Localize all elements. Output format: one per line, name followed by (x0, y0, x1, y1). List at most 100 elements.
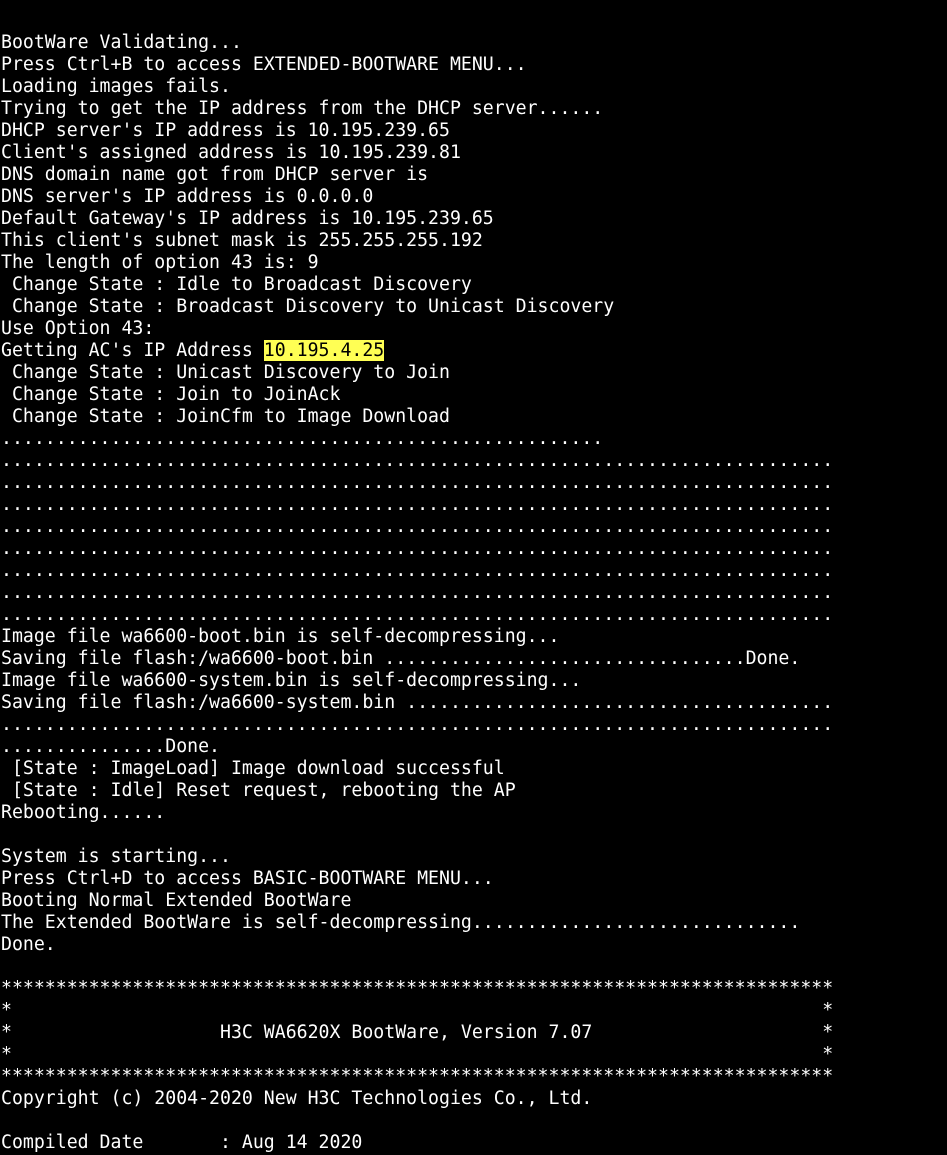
terminal-line-text: * H3C WA6620X BootWare, Version 7.07 * (1, 1022, 834, 1043)
terminal-line-text: This client's subnet mask is 255.255.255… (1, 230, 483, 251)
terminal-line: ........................................… (1, 538, 945, 560)
terminal-line-text: Getting AC's IP Address (1, 340, 264, 361)
terminal-output[interactable]: BootWare Validating... Press Ctrl+B to ac… (1, 32, 945, 1154)
terminal-line-text: Default Gateway's IP address is 10.195.2… (1, 208, 494, 229)
terminal-line: ........................................… (1, 604, 945, 626)
terminal-line: System is starting... (1, 846, 945, 868)
terminal-line-text: ........................................… (1, 472, 834, 493)
terminal-line-text: ...............Done. (1, 736, 220, 757)
terminal-line: ........................................… (1, 560, 945, 582)
terminal-line-text: Booting Normal Extended BootWare (1, 890, 352, 911)
highlighted-ac-ip-address: 10.195.4.25 (263, 340, 385, 361)
terminal-line-text: Change State : JoinCfm to Image Download (1, 406, 450, 427)
terminal-line: ........................................… (1, 516, 945, 538)
terminal-line-text: Done. (1, 934, 56, 955)
terminal-line-text: Trying to get the IP address from the DH… (1, 98, 604, 119)
terminal-line-text: Image file wa6600-boot.bin is self-decom… (1, 626, 560, 647)
terminal-line-text: [State : Idle] Reset request, rebooting … (1, 780, 516, 801)
terminal-line: * * (1, 1000, 945, 1022)
terminal-line-text: ........................................… (1, 604, 834, 625)
terminal-line-text: ........................................… (1, 428, 604, 449)
terminal-line: The Extended BootWare is self-decompress… (1, 912, 945, 934)
terminal-line: ****************************************… (1, 978, 945, 1000)
terminal-line-text: Change State : Join to JoinAck (1, 384, 341, 405)
terminal-line-text: DNS domain name got from DHCP server is (1, 164, 429, 185)
terminal-line: ........................................… (1, 428, 945, 450)
terminal-line: Trying to get the IP address from the DH… (1, 98, 945, 120)
terminal-line: DHCP server's IP address is 10.195.239.6… (1, 120, 945, 142)
terminal-line: Copyright (c) 2004-2020 New H3C Technolo… (1, 1088, 945, 1110)
terminal-line-text: Change State : Broadcast Discovery to Un… (1, 296, 615, 317)
terminal-line-text: Change State : Unicast Discovery to Join (1, 362, 450, 383)
terminal-line: DNS server's IP address is 0.0.0.0 (1, 186, 945, 208)
terminal-line: Compiled Date : Aug 14 2020 (1, 1132, 945, 1154)
terminal-line-text: Rebooting...... (1, 802, 166, 823)
terminal-line: The length of option 43 is: 9 (1, 252, 945, 274)
terminal-line: * * (1, 1044, 945, 1066)
terminal-line-text: ****************************************… (1, 1066, 834, 1087)
terminal-line-text: [State : ImageLoad] Image download succe… (1, 758, 505, 779)
terminal-line-text: Press Ctrl+B to access EXTENDED-BOOTWARE… (1, 54, 527, 75)
terminal-line: Default Gateway's IP address is 10.195.2… (1, 208, 945, 230)
terminal-line-text: Change State : Idle to Broadcast Discove… (1, 274, 472, 295)
terminal-line: [State : ImageLoad] Image download succe… (1, 758, 945, 780)
terminal-line: Rebooting...... (1, 802, 945, 824)
terminal-line-text: ........................................… (1, 560, 834, 581)
terminal-line-text: BootWare Validating... (1, 32, 242, 53)
terminal-line-text: * * (1, 1000, 834, 1021)
terminal-line-text: ........................................… (1, 538, 834, 559)
terminal-line-text: ........................................… (1, 516, 834, 537)
terminal-line: Image file wa6600-system.bin is self-dec… (1, 670, 945, 692)
terminal-line-text: ****************************************… (1, 978, 834, 999)
terminal-line-text: Image file wa6600-system.bin is self-dec… (1, 670, 582, 691)
terminal-line: Loading images fails. (1, 76, 945, 98)
terminal-line: Change State : Unicast Discovery to Join (1, 362, 945, 384)
terminal-line-text: Compiled Date : Aug 14 2020 (1, 1132, 363, 1153)
terminal-line-text: * * (1, 1044, 834, 1065)
terminal-line-text: Saving file flash:/wa6600-system.bin ...… (1, 692, 834, 713)
terminal-line: Getting AC's IP Address 10.195.4.25 (1, 340, 945, 362)
terminal-line-text: Use Option 43: (1, 318, 155, 339)
terminal-line: This client's subnet mask is 255.255.255… (1, 230, 945, 252)
terminal-line-text: ........................................… (1, 714, 834, 735)
terminal-line: Change State : JoinCfm to Image Download (1, 406, 945, 428)
terminal-line: [State : Idle] Reset request, rebooting … (1, 780, 945, 802)
terminal-line-text: Copyright (c) 2004-2020 New H3C Technolo… (1, 1088, 593, 1109)
terminal-line-text: The length of option 43 is: 9 (1, 252, 319, 273)
terminal-line-text: Client's assigned address is 10.195.239.… (1, 142, 461, 163)
terminal-line: Change State : Join to JoinAck (1, 384, 945, 406)
terminal-line: Saving file flash:/wa6600-boot.bin .....… (1, 648, 945, 670)
terminal-line: Image file wa6600-boot.bin is self-decom… (1, 626, 945, 648)
terminal-line: ........................................… (1, 472, 945, 494)
terminal-line: DNS domain name got from DHCP server is (1, 164, 945, 186)
terminal-line-text: Saving file flash:/wa6600-boot.bin .....… (1, 648, 801, 669)
terminal-line: * H3C WA6620X BootWare, Version 7.07 * (1, 1022, 945, 1044)
terminal-line-text: DNS server's IP address is 0.0.0.0 (1, 186, 374, 207)
terminal-line: Use Option 43: (1, 318, 945, 340)
terminal-line: ........................................… (1, 714, 945, 736)
terminal-line: Booting Normal Extended BootWare (1, 890, 945, 912)
terminal-line-text: The Extended BootWare is self-decompress… (1, 912, 801, 933)
terminal-line: Press Ctrl+B to access EXTENDED-BOOTWARE… (1, 54, 945, 76)
terminal-line: Press Ctrl+D to access BASIC-BOOTWARE ME… (1, 868, 945, 890)
terminal-line-text: Press Ctrl+D to access BASIC-BOOTWARE ME… (1, 868, 494, 889)
terminal-line-text: DHCP server's IP address is 10.195.239.6… (1, 120, 450, 141)
terminal-line-text: ........................................… (1, 494, 834, 515)
terminal-line-text: System is starting... (1, 846, 231, 867)
terminal-line-text: Loading images fails. (1, 76, 231, 97)
terminal-line: Done. (1, 934, 945, 956)
terminal-line: BootWare Validating... (1, 32, 945, 54)
terminal-line: Change State : Idle to Broadcast Discove… (1, 274, 945, 296)
terminal-line: ........................................… (1, 450, 945, 472)
terminal-line: Change State : Broadcast Discovery to Un… (1, 296, 945, 318)
terminal-line: Saving file flash:/wa6600-system.bin ...… (1, 692, 945, 714)
terminal-line: ****************************************… (1, 1066, 945, 1088)
terminal-line-text: ........................................… (1, 450, 834, 471)
terminal-line: ...............Done. (1, 736, 945, 758)
terminal-line: Client's assigned address is 10.195.239.… (1, 142, 945, 164)
terminal-line: ........................................… (1, 582, 945, 604)
terminal-line: ........................................… (1, 494, 945, 516)
